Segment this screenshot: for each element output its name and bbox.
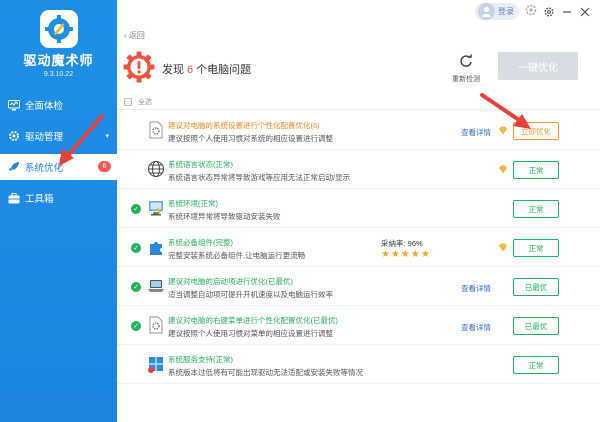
list-item: 系统语言状态(正常) 系统语言状态异常将导致游戏等应用无法正常启动/显示 正常	[117, 151, 600, 189]
vip-diamond-icon	[499, 243, 507, 252]
check-icon: ✓	[131, 282, 141, 292]
app-name: 驱动魔术师	[23, 53, 94, 68]
one-key-optimize-button[interactable]: 一键优化	[498, 52, 578, 80]
already-optimal-button[interactable]: 已最优	[513, 278, 559, 296]
settings-icon[interactable]	[542, 5, 556, 19]
check-icon: ✓	[131, 204, 141, 214]
item-desc: 完整安装系统必备组件,让电脑运行更流畅	[168, 251, 306, 260]
item-title: 系统环境(正常)	[168, 199, 218, 208]
adoption-rate: 采纳率: 96%	[381, 239, 423, 248]
view-details-link[interactable]: 查看详情	[461, 322, 491, 333]
rocket-icon	[8, 161, 20, 173]
rescan-button[interactable]: 重新检测	[446, 54, 486, 84]
app-logo	[40, 10, 78, 48]
list-item: 系统服务支持(正常) 系统版本过低将有可能出现驱动无法适配或安装失败等情况 正常	[117, 346, 600, 384]
item-title: 系统必备组件(完整)	[168, 238, 233, 247]
item-title: 建议对电脑的系统设置进行个性化配置优化(6)	[168, 121, 320, 130]
issue-count-badge: 6	[98, 161, 111, 172]
chevron-down-icon: ▾	[105, 133, 109, 140]
list-item: ✓ 建议对电脑的右键菜单进行个性化配置优化(已最优) 建议按照个人使用习惯对菜单…	[117, 307, 600, 345]
item-desc: 建议按照个人使用习惯对菜单的相应设置进行调整	[168, 329, 333, 338]
laptop-icon	[147, 277, 165, 295]
title-prefix: 发现	[162, 64, 184, 76]
menu-settings-icon[interactable]	[524, 3, 538, 17]
avatar-icon	[478, 3, 495, 20]
item-desc: 系统环境异常将导致驱动安装失败	[168, 212, 281, 221]
list-item: ✓ 系统必备组件(完整) 完整安装系统必备组件,让电脑运行更流畅 采纳率: 96…	[117, 229, 600, 267]
puzzle-icon	[147, 238, 165, 256]
settings-file-icon	[147, 316, 165, 334]
item-title: 系统语言状态(正常)	[168, 160, 233, 169]
item-desc: 建议按照个人使用习惯对系统的相应设置进行调整	[168, 134, 333, 143]
status-normal-button[interactable]: 正常	[513, 356, 559, 374]
globe-icon	[147, 160, 165, 178]
check-icon: ✓	[131, 321, 141, 331]
settings-file-icon	[147, 121, 165, 139]
vip-diamond-icon	[499, 165, 507, 174]
item-desc: 系统版本过低将有可能出现驱动无法适配或安装失败等情况	[168, 368, 363, 377]
list-item: ✓ 系统环境(正常) 系统环境异常将导致驱动安装失败 正常	[117, 190, 600, 228]
close-icon[interactable]	[578, 5, 592, 19]
list-item: ✓ 建议对电脑的启动项进行优化(已最优) 适当调整自动项可提升开机速度以及电脑运…	[117, 268, 600, 306]
gear-wrench-icon	[45, 15, 73, 43]
sidebar-item-toolbox[interactable]: 工具箱	[0, 185, 117, 211]
status-normal-button[interactable]: 正常	[513, 239, 559, 257]
sidebar-item-label: 系统优化	[25, 163, 64, 174]
select-all-checkbox[interactable]	[124, 98, 132, 106]
item-desc: 适当调整自动项可提升开机速度以及电脑运行效率	[168, 290, 333, 299]
windows-icon	[147, 355, 165, 373]
view-details-link[interactable]: 查看详情	[461, 283, 491, 294]
page-title: 发现 6 个电脑问题	[162, 61, 251, 77]
back-label: 返回	[128, 31, 145, 40]
sidebar-item-label: 全面体检	[25, 101, 64, 112]
computer-icon	[147, 199, 165, 217]
optimize-now-button[interactable]: 立即优化	[513, 122, 559, 140]
refresh-icon	[446, 54, 486, 71]
sidebar-item-driver-manage[interactable]: 驱动管理 ▾	[0, 123, 117, 149]
sidebar-item-label: 工具箱	[25, 194, 54, 205]
title-suffix: 个电脑问题	[196, 64, 252, 76]
rescan-label: 重新检测	[452, 76, 480, 83]
login-label: 登录	[498, 7, 514, 16]
view-details-link[interactable]: 查看详情	[461, 127, 491, 138]
sidebar-item-full-check[interactable]: 全面体检	[0, 92, 117, 118]
item-title: 建议对电脑的启动项进行优化(已最优)	[168, 277, 293, 286]
sidebar-item-system-optimize[interactable]: 系统优化 6	[0, 154, 117, 180]
problem-count: 6	[187, 64, 194, 76]
sidebar-item-label: 驱动管理	[25, 132, 64, 143]
alert-gear-icon	[122, 50, 156, 84]
back-link[interactable]: ‹ 返回	[124, 30, 145, 41]
status-normal-button[interactable]: 正常	[513, 200, 559, 218]
item-desc: 系统语言状态异常将导致游戏等应用无法正常启动/显示	[168, 173, 351, 182]
minimize-icon[interactable]	[560, 5, 574, 19]
divider	[117, 109, 600, 110]
gear-icon	[8, 130, 20, 142]
list-item: 建议对电脑的系统设置进行个性化配置优化(6) 建议按照个人使用习惯对系统的相应设…	[117, 112, 600, 150]
monitor-icon	[8, 99, 20, 111]
already-optimal-button[interactable]: 已最优	[513, 317, 559, 335]
vip-diamond-icon	[499, 126, 507, 135]
check-icon: ✓	[131, 243, 141, 253]
sidebar: 驱动魔术师 9.3.10.22 全面体检 驱动管理 ▾ 系统优化 6 工具箱	[0, 0, 117, 422]
login-button[interactable]: 登录	[475, 3, 519, 20]
title-bar: 登录	[117, 0, 600, 24]
app-version: 9.3.10.22	[43, 71, 74, 78]
select-all[interactable]: 全选	[124, 97, 152, 107]
item-title: 建议对电脑的右键菜单进行个性化配置优化(已最优)	[168, 316, 338, 325]
item-title: 系统服务支持(正常)	[168, 355, 233, 364]
toolbox-icon	[8, 192, 20, 204]
rating-stars: ★★★★★	[381, 249, 431, 260]
status-normal-button[interactable]: 正常	[513, 161, 559, 179]
select-all-label: 全选	[138, 99, 152, 106]
